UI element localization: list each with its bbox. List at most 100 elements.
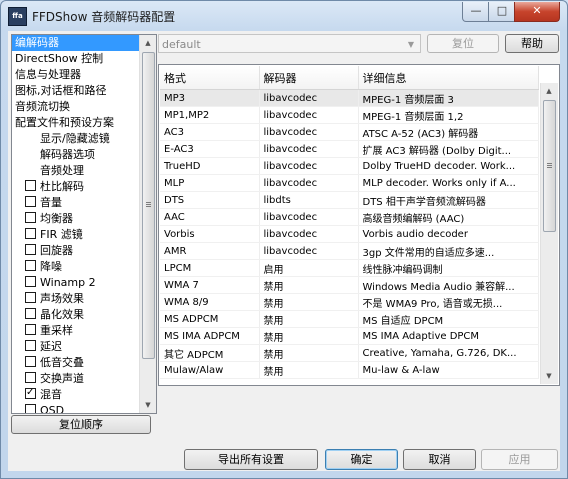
- checkbox[interactable]: [25, 372, 36, 383]
- codec-decoder-cell[interactable]: libavcodec: [259, 106, 359, 124]
- tree-item[interactable]: 编解码器: [12, 35, 140, 51]
- preset-select[interactable]: default ▼: [158, 34, 421, 53]
- export-all-settings-button[interactable]: 导出所有设置: [184, 449, 318, 470]
- reset-order-button[interactable]: 复位顺序: [11, 415, 151, 434]
- scroll-up-arrow-icon[interactable]: ▲: [541, 83, 557, 99]
- tree-item[interactable]: 图标,对话框和路径: [12, 83, 140, 99]
- settings-tree[interactable]: 编解码器 DirectShow 控制 信息与处理器 图标,对话框和路径 音频流切换 配置文…: [11, 34, 157, 414]
- tree-item[interactable]: 音量: [12, 195, 140, 211]
- tree-item[interactable]: 晶化效果: [12, 307, 140, 323]
- reset-preset-button[interactable]: 复位: [427, 34, 499, 53]
- codec-row[interactable]: AMR libavcodec 3gp 文件常用的自适应多速...: [160, 242, 539, 260]
- tree-item[interactable]: 降噪: [12, 259, 140, 275]
- tree-item[interactable]: 低音交叠: [12, 355, 140, 371]
- tree-scroll-thumb[interactable]: [142, 52, 155, 359]
- tree-item[interactable]: 回旋器: [12, 243, 140, 259]
- column-header-decoder[interactable]: 解码器: [259, 66, 359, 90]
- maximize-button[interactable]: □: [488, 2, 516, 22]
- codec-decoder-cell[interactable]: libavcodec: [259, 123, 359, 141]
- title-bar[interactable]: ffa FFDShow 音频解码器配置 — □ ✕: [1, 1, 567, 31]
- codec-decoder-cell[interactable]: libavcodec: [259, 208, 359, 226]
- help-button[interactable]: 帮助: [505, 34, 559, 53]
- tree-item[interactable]: Winamp 2: [12, 275, 140, 291]
- tree-item[interactable]: 重采样: [12, 323, 140, 339]
- codec-decoder-cell[interactable]: 禁用: [259, 276, 359, 294]
- codec-row[interactable]: AC3 libavcodec ATSC A-52 (AC3) 解码器: [160, 123, 539, 141]
- codec-row[interactable]: WMA 7 禁用 Windows Media Audio 兼容解...: [160, 276, 539, 294]
- checkbox[interactable]: [25, 324, 36, 335]
- codec-decoder-cell[interactable]: libavcodec: [259, 242, 359, 260]
- apply-button[interactable]: 应用: [481, 449, 558, 470]
- minimize-button[interactable]: —: [462, 2, 490, 22]
- checkbox[interactable]: [25, 292, 36, 303]
- tree-item[interactable]: 信息与处理器: [12, 67, 140, 83]
- checkbox[interactable]: [25, 196, 36, 207]
- tree-item[interactable]: DirectShow 控制: [12, 51, 140, 67]
- scroll-down-arrow-icon[interactable]: ▼: [541, 368, 557, 384]
- checkbox[interactable]: [25, 228, 36, 239]
- codec-decoder-cell[interactable]: libavcodec: [259, 157, 359, 175]
- checkbox[interactable]: [25, 308, 36, 319]
- scroll-down-arrow-icon[interactable]: ▼: [140, 397, 156, 413]
- checkbox[interactable]: [25, 244, 36, 255]
- codec-row[interactable]: MP1,MP2 libavcodec MPEG-1 音频层面 1,2: [160, 106, 539, 124]
- checkbox[interactable]: [25, 276, 36, 287]
- tree-item[interactable]: 声场效果: [12, 291, 140, 307]
- codec-decoder-cell[interactable]: 禁用: [259, 344, 359, 362]
- tree-item[interactable]: 均衡器: [12, 211, 140, 227]
- codec-row[interactable]: LPCM 启用 线性脉冲编码调制: [160, 259, 539, 277]
- tree-item[interactable]: 音频流切换: [12, 99, 140, 115]
- codec-format-cell: Mulaw/Alaw: [160, 361, 260, 379]
- codec-row[interactable]: MS ADPCM 禁用 MS 自适应 DPCM: [160, 310, 539, 328]
- scroll-up-arrow-icon[interactable]: ▲: [140, 35, 156, 51]
- tree-item[interactable]: 延迟: [12, 339, 140, 355]
- codec-row[interactable]: E-AC3 libavcodec 扩展 AC3 解码器 (Dolby Digit..…: [160, 140, 539, 158]
- tree-item[interactable]: OSD: [12, 403, 140, 413]
- codec-row[interactable]: MP3 libavcodec MPEG-1 音频层面 3: [160, 89, 539, 107]
- checkbox[interactable]: [25, 260, 36, 271]
- codec-list-scroll-thumb[interactable]: [543, 100, 556, 232]
- codec-decoder-cell[interactable]: 禁用: [259, 310, 359, 328]
- codec-row[interactable]: Mulaw/Alaw 禁用 Mu-law & A-law: [160, 361, 539, 379]
- checkbox[interactable]: [25, 404, 36, 413]
- tree-item[interactable]: 杜比解码: [12, 179, 140, 195]
- codec-row[interactable]: DTS libdts DTS 相干声学音频流解码器: [160, 191, 539, 209]
- tree-item[interactable]: 音频处理: [12, 163, 140, 179]
- codec-decoder-cell[interactable]: libavcodec: [259, 89, 359, 107]
- cancel-button[interactable]: 取消: [403, 449, 476, 470]
- tree-item[interactable]: 解码器选项: [12, 147, 140, 163]
- tree-item[interactable]: 配置文件和预设方案: [12, 115, 140, 131]
- chevron-down-icon: ▼: [407, 40, 415, 49]
- codec-format-cell: WMA 8/9: [160, 293, 260, 311]
- codec-decoder-cell[interactable]: 禁用: [259, 361, 359, 379]
- codec-row[interactable]: MLP libavcodec MLP decoder. Works only if …: [160, 174, 539, 192]
- tree-item[interactable]: 混音: [12, 387, 140, 403]
- codec-row[interactable]: MS IMA ADPCM 禁用 MS IMA Adaptive DPCM: [160, 327, 539, 345]
- codec-decoder-cell[interactable]: libdts: [259, 191, 359, 209]
- codec-decoder-cell[interactable]: 禁用: [259, 327, 359, 345]
- codec-row[interactable]: WMA 8/9 禁用 不是 WMA9 Pro, 语音或无损...: [160, 293, 539, 311]
- codec-decoder-cell[interactable]: libavcodec: [259, 225, 359, 243]
- codec-decoder-cell[interactable]: libavcodec: [259, 174, 359, 192]
- checkbox[interactable]: [25, 212, 36, 223]
- tree-item[interactable]: 交换声道: [12, 371, 140, 387]
- codec-row[interactable]: 其它 ADPCM 禁用 Creative, Yamaha, G.726, DK...: [160, 344, 539, 362]
- checkbox-checked[interactable]: [25, 388, 36, 399]
- codec-decoder-cell[interactable]: 禁用: [259, 293, 359, 311]
- codec-row[interactable]: AAC libavcodec 高级音频编解码 (AAC): [160, 208, 539, 226]
- codec-row[interactable]: TrueHD libavcodec Dolby TrueHD decoder. Wo…: [160, 157, 539, 175]
- codec-decoder-cell[interactable]: 启用: [259, 259, 359, 277]
- close-button[interactable]: ✕: [514, 2, 560, 22]
- tree-item[interactable]: FIR 滤镜: [12, 227, 140, 243]
- checkbox[interactable]: [25, 356, 36, 367]
- column-header-format[interactable]: 格式: [160, 66, 260, 90]
- codec-decoder-cell[interactable]: libavcodec: [259, 140, 359, 158]
- column-header-details[interactable]: 详细信息: [358, 66, 539, 90]
- codec-row[interactable]: Vorbis libavcodec Vorbis audio decoder: [160, 225, 539, 243]
- codec-list-scrollbar[interactable]: ▲ ▼: [540, 83, 558, 384]
- tree-item[interactable]: 显示/隐藏滤镜: [12, 131, 140, 147]
- checkbox[interactable]: [25, 180, 36, 191]
- ok-button[interactable]: 确定: [325, 449, 398, 470]
- checkbox[interactable]: [25, 340, 36, 351]
- tree-scrollbar[interactable]: ▲ ▼: [139, 35, 156, 413]
